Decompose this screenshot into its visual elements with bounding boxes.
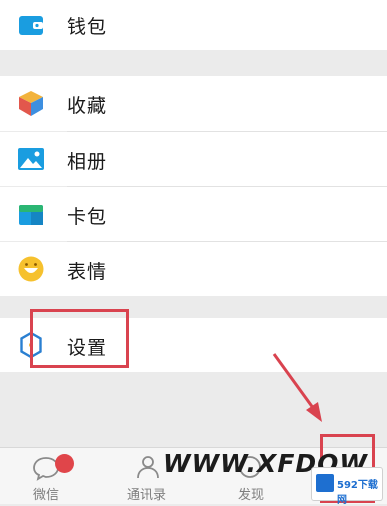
menu-label-stickers: 表情 (67, 261, 108, 283)
menu-label-wallet: 钱包 (67, 16, 108, 38)
album-image-icon (18, 148, 44, 170)
favorites-cube-icon (19, 91, 43, 116)
menu-label-favorites: 收藏 (67, 95, 108, 117)
menu-item-favorites[interactable]: 收藏 (0, 76, 387, 131)
menu-label-cards: 卡包 (67, 206, 108, 228)
menu-item-cards[interactable]: 卡包 (0, 187, 387, 241)
site-logo-icon (316, 474, 334, 492)
watermark-badge-text: 592下载网 (337, 480, 378, 506)
settings-highlight-box (30, 309, 129, 368)
tab-label-discover: 发现 (238, 488, 265, 503)
menu-item-wallet[interactable]: 钱包 (0, 0, 387, 50)
red-arrow-annotation (272, 353, 322, 422)
site-watermark-badge: 592下载网 (311, 467, 383, 506)
sticker-smiley-icon (18, 256, 44, 282)
wallet-icon (19, 16, 43, 35)
tab-chats[interactable]: 微信 (0, 447, 97, 503)
menu-item-album[interactable]: 相册 (0, 132, 387, 186)
contacts-icon (137, 456, 159, 479)
menu-label-album: 相册 (67, 151, 108, 173)
tab-label-chats: 微信 (33, 488, 60, 503)
menu-item-stickers[interactable]: 表情 (0, 242, 387, 296)
card-pack-icon (19, 205, 43, 225)
unread-badge (55, 454, 74, 473)
tab-label-contacts: 通讯录 (127, 488, 167, 503)
